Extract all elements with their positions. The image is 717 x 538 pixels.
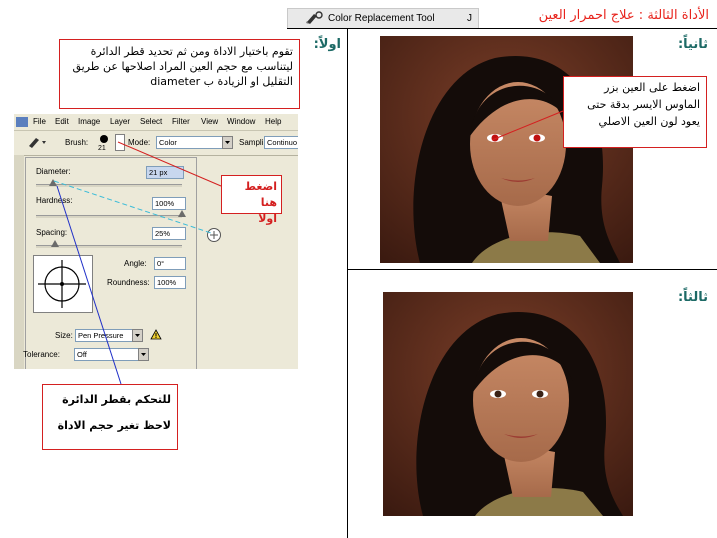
diameter-pointer-line [56, 185, 122, 385]
annotation-lines [53, 110, 564, 385]
cursor-dashed-line [53, 180, 212, 234]
click-here-arrow [117, 141, 222, 187]
eye-pointer-line [491, 110, 564, 141]
